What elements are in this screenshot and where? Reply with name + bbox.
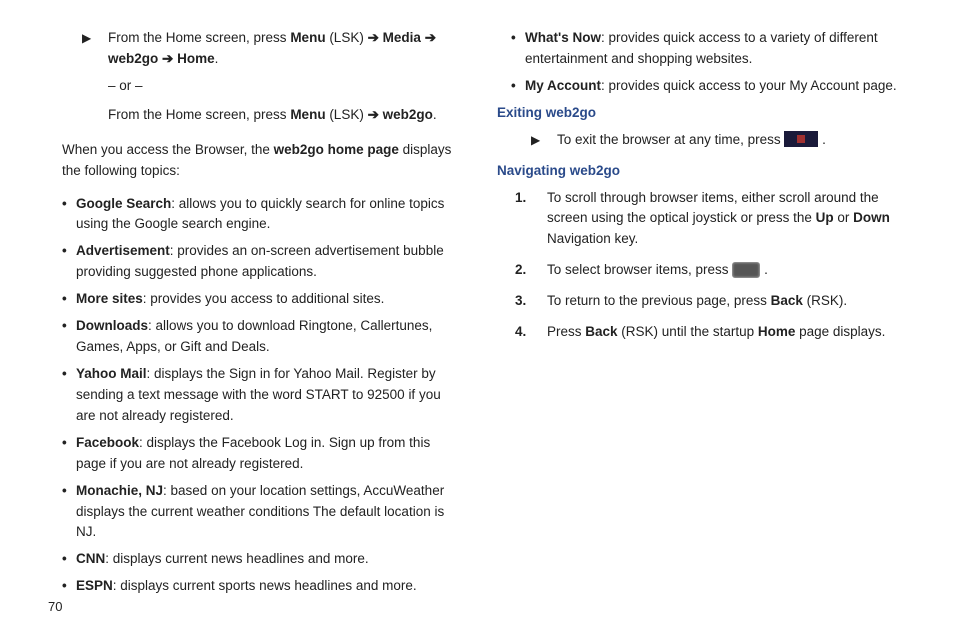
text: To exit the browser at any time, press [557, 132, 784, 147]
item-desc: : provides quick access to your My Accou… [601, 78, 897, 93]
list-item: Downloads: allows you to download Ringto… [66, 316, 457, 358]
or-separator: – or – [48, 76, 457, 97]
item-title: More sites [76, 291, 143, 306]
list-item: ESPN: displays current sports news headl… [66, 576, 457, 597]
nav-step: 1. To scroll through browser items, eith… [537, 188, 906, 251]
menu-label: Menu [290, 107, 325, 122]
arrow-icon: ➔ [368, 30, 379, 45]
end-key-icon [784, 131, 818, 147]
item-title: CNN [76, 551, 105, 566]
home-label: Home [177, 51, 215, 66]
step-number: 1. [515, 188, 526, 209]
item-title: Yahoo Mail [76, 366, 147, 381]
list-item: More sites: provides you access to addit… [66, 289, 457, 310]
list-item: CNN: displays current news headlines and… [66, 549, 457, 570]
text: . [818, 132, 826, 147]
web2go-label: web2go [383, 107, 433, 122]
heading-navigating: Navigating web2go [497, 161, 906, 182]
list-item: Google Search: allows you to quickly sea… [66, 194, 457, 236]
list-item: Yahoo Mail: displays the Sign in for Yah… [66, 364, 457, 427]
nav-step: 4. Press Back (RSK) until the startup Ho… [537, 322, 906, 343]
heading-exiting: Exiting web2go [497, 103, 906, 124]
text: When you access the Browser, the [62, 142, 274, 157]
period: . [215, 51, 219, 66]
arrow-icon: ➔ [162, 51, 173, 66]
step-item: ▶ From the Home screen, press Menu (LSK)… [48, 28, 457, 70]
feature-list: Google Search: allows you to quickly sea… [48, 194, 457, 598]
right-column: What's Now: provides quick access to a v… [497, 28, 906, 603]
text: (LSK) [326, 107, 368, 122]
text: (LSK) [326, 30, 368, 45]
arrow-icon: ➔ [368, 107, 379, 122]
list-item: What's Now: provides quick access to a v… [515, 28, 906, 70]
text: From the Home screen, press [108, 30, 290, 45]
period: . [433, 107, 437, 122]
item-title: Facebook [76, 435, 139, 450]
page-columns: ▶ From the Home screen, press Menu (LSK)… [48, 28, 906, 603]
text: or [834, 210, 854, 225]
media-label: Media [383, 30, 425, 45]
item-title: Google Search [76, 196, 171, 211]
select-key-icon [732, 262, 760, 278]
list-item: Facebook: displays the Facebook Log in. … [66, 433, 457, 475]
item-desc: : displays current sports news headlines… [113, 578, 417, 593]
back-key: Back [585, 324, 617, 339]
text: (RSK) until the startup [618, 324, 758, 339]
nav-step: 3. To return to the previous page, press… [537, 291, 906, 312]
intro-paragraph: When you access the Browser, the web2go … [48, 140, 457, 188]
play-marker-icon: ▶ [531, 131, 540, 150]
page-number: 70 [48, 599, 62, 614]
web2go-label: web2go [108, 51, 162, 66]
home-key: Home [758, 324, 796, 339]
list-item: My Account: provides quick access to you… [515, 76, 906, 97]
text: Navigation key. [547, 231, 638, 246]
item-title: Downloads [76, 318, 148, 333]
step-number: 2. [515, 260, 526, 281]
down-key: Down [853, 210, 890, 225]
text: To return to the previous page, press [547, 293, 771, 308]
text: page displays. [795, 324, 885, 339]
left-column: ▶ From the Home screen, press Menu (LSK)… [48, 28, 457, 603]
item-title: Monachie, NJ [76, 483, 163, 498]
step-number: 4. [515, 322, 526, 343]
text: . [760, 262, 768, 277]
text: To select browser items, press [547, 262, 732, 277]
arrow-icon: ➔ [425, 30, 436, 45]
list-item: Advertisement: provides an on-screen adv… [66, 241, 457, 283]
text: (RSK). [803, 293, 847, 308]
step-item-alt: From the Home screen, press Menu (LSK) ➔… [48, 105, 457, 126]
nav-steps: 1. To scroll through browser items, eith… [497, 188, 906, 344]
list-item: Monachie, NJ: based on your location set… [66, 481, 457, 544]
item-desc: : displays current news headlines and mo… [105, 551, 368, 566]
item-desc: : provides you access to additional site… [143, 291, 385, 306]
nav-step: 2. To select browser items, press . [537, 260, 906, 281]
item-title: ESPN [76, 578, 113, 593]
play-marker-icon: ▶ [82, 29, 91, 48]
menu-label: Menu [290, 30, 325, 45]
item-title: Advertisement [76, 243, 170, 258]
exit-step: ▶ To exit the browser at any time, press… [497, 130, 906, 151]
back-key: Back [771, 293, 803, 308]
text: From the Home screen, press [108, 107, 290, 122]
item-title: What's Now [525, 30, 601, 45]
step-number: 3. [515, 291, 526, 312]
item-title: My Account [525, 78, 601, 93]
up-key: Up [816, 210, 834, 225]
feature-list-right: What's Now: provides quick access to a v… [497, 28, 906, 97]
text: Press [547, 324, 585, 339]
intro-bold: web2go home page [274, 142, 399, 157]
